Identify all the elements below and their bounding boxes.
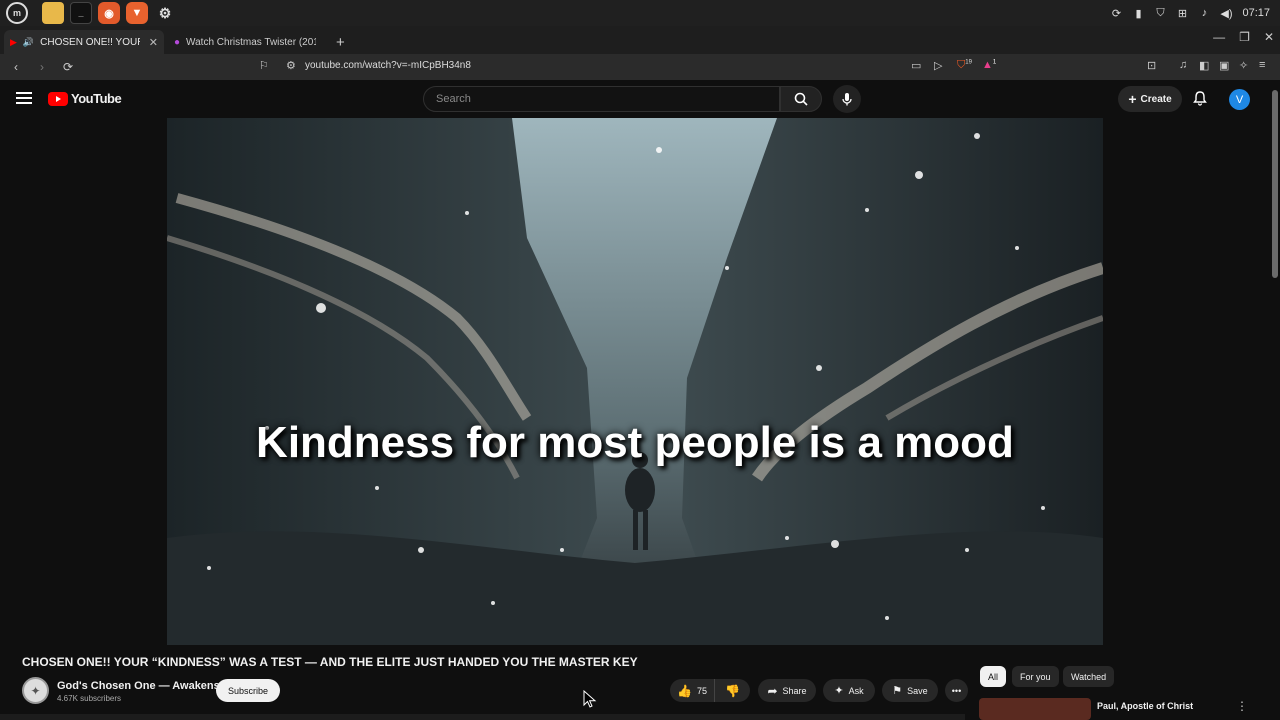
firefox-icon[interactable]: ◉	[98, 2, 120, 24]
channel-avatar[interactable]: ✦	[22, 677, 49, 704]
tab-title: Watch Christmas Twister (2012) -	[186, 36, 316, 48]
save-button[interactable]: ⚑ Save	[882, 679, 938, 702]
youtube-favicon-icon: ▶	[10, 36, 17, 47]
close-icon[interactable]: ✕	[149, 36, 158, 49]
subscriber-count: 4.67K subscribers	[57, 694, 122, 703]
subscribe-button[interactable]: Subscribe	[216, 679, 280, 702]
create-label: Create	[1140, 93, 1172, 105]
create-button[interactable]: + Create	[1118, 86, 1182, 112]
video-player[interactable]: Kindness for most people is a mood	[167, 118, 1103, 645]
wallet-icon[interactable]: ▣	[1219, 59, 1229, 72]
voice-search-button[interactable]	[833, 85, 861, 113]
youtube-logo[interactable]: YouTube	[48, 91, 122, 106]
speaker-icon[interactable]: 🔊	[23, 37, 34, 48]
video-title: CHOSEN ONE!! YOUR “KINDNESS” WAS A TEST …	[22, 655, 638, 669]
search-button[interactable]	[780, 86, 822, 112]
tab-title: CHOSEN ONE!! YOUR "KIN	[40, 36, 140, 48]
mint-logo-icon[interactable]: m	[6, 2, 28, 24]
ask-button[interactable]: ✦ Ask	[823, 679, 875, 702]
microphone-icon	[842, 93, 852, 106]
bookmark-icon[interactable]: ⚐	[259, 59, 269, 72]
cast-icon[interactable]: ▭	[911, 59, 921, 72]
brave-icon[interactable]: ▼	[126, 2, 148, 24]
save-label: Save	[907, 685, 928, 696]
network-icon[interactable]: ⊞	[1176, 7, 1188, 20]
recommendation-thumbnail[interactable]	[979, 698, 1091, 720]
site-favicon-icon: ●	[174, 36, 181, 48]
tab-bar: ▶ 🔊 CHOSEN ONE!! YOUR "KIN ✕ ● Watch Chr…	[0, 26, 1280, 54]
bookmark-save-icon: ⚑	[892, 685, 903, 697]
screenshot-icon[interactable]: ⊡	[1147, 59, 1156, 72]
close-window-icon[interactable]: ✕	[1264, 30, 1274, 44]
music-icon[interactable]: ♪	[1198, 7, 1210, 19]
search-icon	[794, 92, 808, 106]
toggle-icon[interactable]: ▮	[1132, 7, 1144, 20]
site-info-icon[interactable]: ⚙	[286, 59, 296, 72]
mouse-cursor-icon	[583, 690, 597, 708]
tab-youtube[interactable]: ▶ 🔊 CHOSEN ONE!! YOUR "KIN ✕	[4, 30, 164, 54]
window-controls: — ❐ ✕	[1213, 30, 1274, 44]
sidebar-icon[interactable]: ◧	[1199, 59, 1209, 72]
share-button[interactable]: ➦ Share	[758, 679, 816, 702]
thumbs-up-icon: 👍	[677, 683, 692, 698]
shields-count: 19	[965, 59, 972, 66]
page-scrollbar[interactable]	[1272, 90, 1278, 278]
thumbs-down-icon: 👎	[725, 683, 740, 698]
back-icon[interactable]: ‹	[6, 60, 26, 74]
chip-watched[interactable]: Watched	[1063, 666, 1115, 687]
plus-icon: +	[1128, 91, 1137, 107]
media-icon[interactable]: ♫	[1179, 59, 1187, 71]
channel-name[interactable]: God's Chosen One — Awakens	[57, 680, 220, 692]
chip-for-you[interactable]: For you	[1012, 666, 1059, 687]
shield-icon[interactable]: ⛉	[1154, 7, 1166, 19]
new-tab-button[interactable]: +	[336, 30, 345, 54]
chip-all[interactable]: All	[980, 666, 1007, 687]
os-taskbar: m _ ◉ ▼ ⚙ ⟳ ▮ ⛉ ⊞ ♪ ◀) 07:17	[0, 0, 1280, 26]
notifications-icon[interactable]	[1192, 90, 1208, 111]
page-bottom-strip	[0, 714, 965, 720]
settings-icon[interactable]: ⚙	[154, 2, 176, 24]
share-icon: ➦	[767, 683, 778, 698]
menu-icon[interactable]: ≡	[1259, 59, 1265, 71]
brave-shields-icon[interactable]: ⛉19	[957, 59, 972, 72]
youtube-logo-text: YouTube	[71, 91, 122, 106]
rewards-count: 1	[992, 59, 997, 66]
youtube-header: YouTube Search + Create V	[0, 80, 1280, 118]
video-frame-illustration	[167, 118, 1103, 645]
brave-rewards-icon[interactable]: ▲1	[982, 59, 996, 71]
youtube-play-icon	[48, 91, 68, 106]
folder-icon[interactable]	[42, 2, 64, 24]
send-icon[interactable]: ▷	[934, 59, 942, 72]
terminal-icon[interactable]: _	[70, 2, 92, 24]
recommendation-menu-icon[interactable]: ⋮	[1236, 699, 1248, 713]
account-avatar[interactable]: V	[1229, 89, 1250, 110]
minimize-icon[interactable]: —	[1213, 30, 1225, 44]
more-actions-icon[interactable]: •••	[945, 679, 968, 702]
url-field[interactable]: youtube.com/watch?v=-mICpBH34n8	[305, 60, 471, 71]
update-icon[interactable]: ⟳	[1110, 7, 1122, 20]
volume-icon[interactable]: ◀)	[1220, 7, 1232, 20]
video-caption: Kindness for most people is a mood	[256, 418, 1014, 467]
reload-icon[interactable]: ⟳	[58, 60, 78, 74]
like-count: 75	[696, 685, 707, 696]
hamburger-menu-icon[interactable]	[16, 92, 32, 104]
recommendation-title[interactable]: Paul, Apostle of Christ	[1097, 701, 1193, 711]
leo-icon[interactable]: ✧	[1239, 59, 1248, 72]
sparkle-icon: ✦	[834, 685, 844, 697]
restore-icon[interactable]: ❐	[1239, 30, 1250, 44]
search-input[interactable]: Search	[423, 86, 780, 112]
share-label: Share	[782, 685, 807, 696]
tab-christmas-twister[interactable]: ● Watch Christmas Twister (2012) -	[168, 30, 328, 54]
dislike-button[interactable]: 👎	[714, 679, 750, 702]
clock[interactable]: 07:17	[1242, 7, 1270, 19]
forward-icon[interactable]: ›	[32, 60, 52, 74]
like-button[interactable]: 👍 75	[670, 679, 714, 702]
navigation-bar: ‹ › ⟳ ⚐ ⚙ youtube.com/watch?v=-mICpBH34n…	[0, 54, 1280, 80]
ask-label: Ask	[848, 685, 864, 696]
